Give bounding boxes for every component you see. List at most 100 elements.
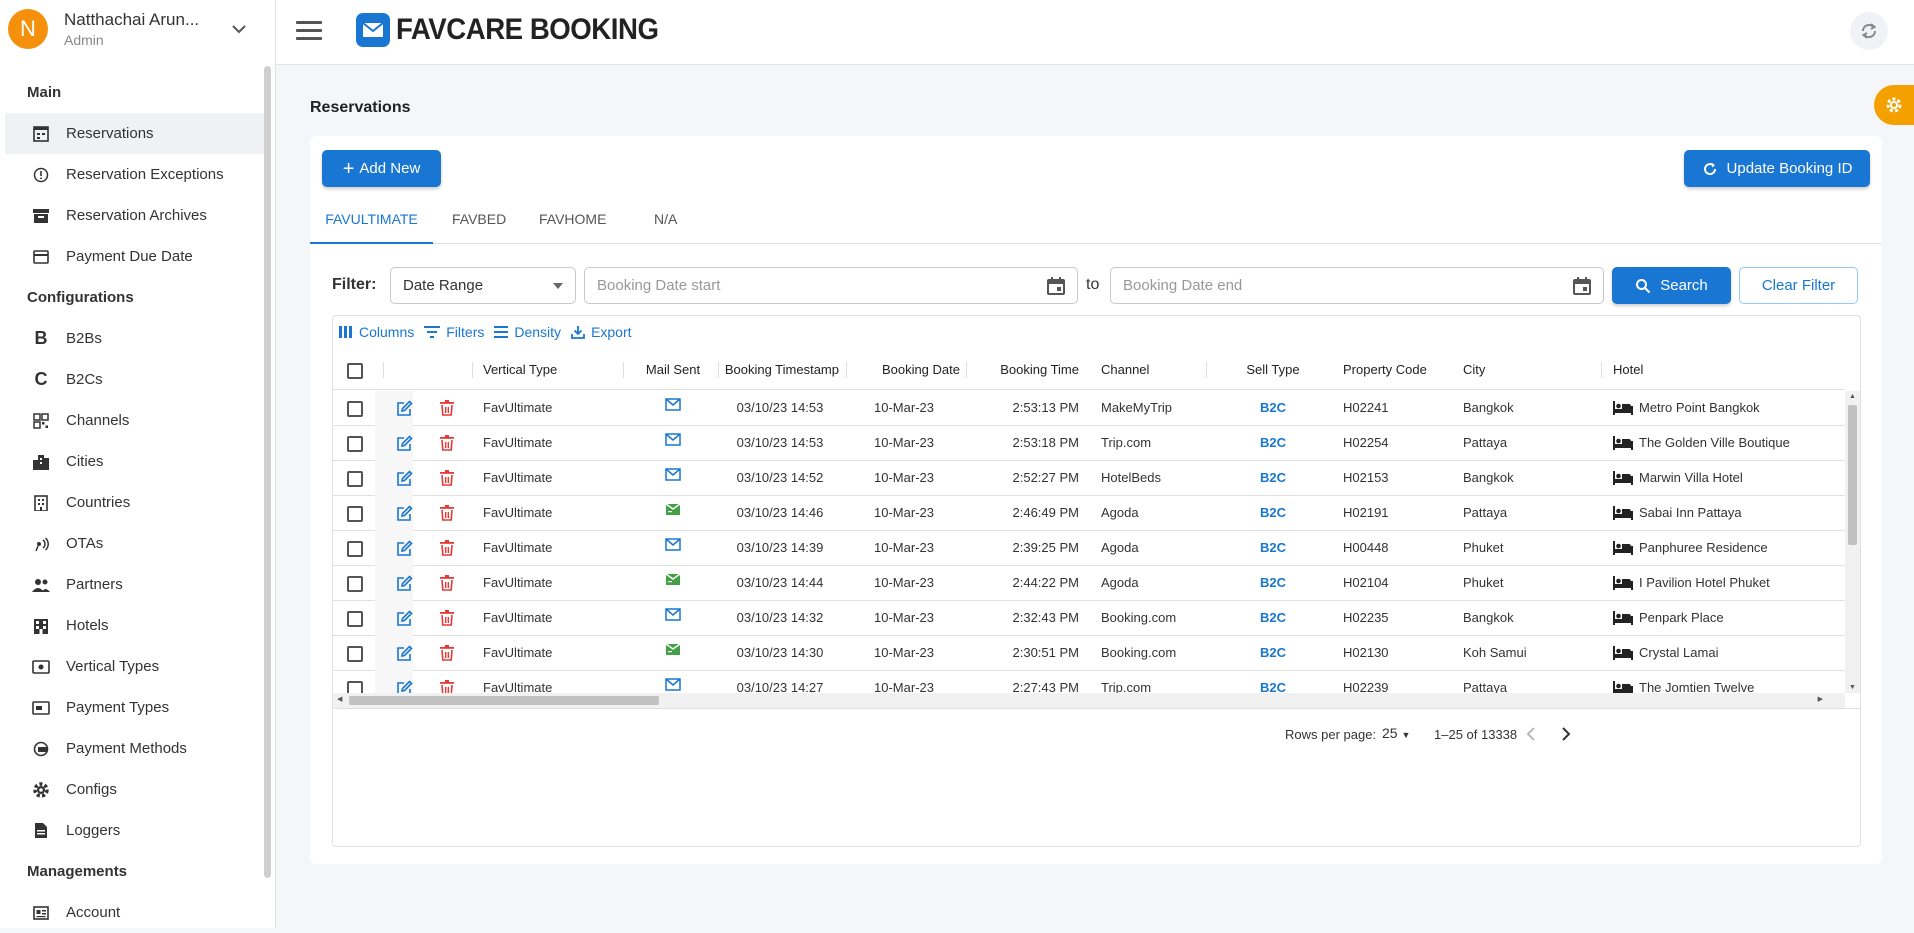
select-all-checkbox[interactable] bbox=[347, 350, 363, 390]
search-button[interactable]: Search bbox=[1612, 267, 1731, 304]
vertical-scrollbar[interactable]: ▲ ▼ bbox=[1845, 391, 1860, 693]
horizontal-scrollbar[interactable]: ◀ ▶ bbox=[333, 693, 1845, 708]
sidebar-item-payment-methods[interactable]: Payment Methods bbox=[5, 728, 266, 769]
density-button[interactable]: Density bbox=[494, 324, 561, 340]
table-row[interactable]: FavUltimate 03/10/23 14:39 10-Mar-23 2:39:2… bbox=[333, 531, 1845, 566]
delete-icon[interactable] bbox=[440, 461, 454, 496]
col-hotel[interactable]: Hotel bbox=[1613, 350, 1643, 390]
sidebar-item-b2cs[interactable]: C B2Cs bbox=[5, 359, 266, 400]
row-checkbox[interactable] bbox=[347, 496, 363, 531]
col-booking-timestamp[interactable]: Booking Timestamp bbox=[721, 350, 839, 390]
col-property-code[interactable]: Property Code bbox=[1343, 350, 1427, 390]
cell-booking-timestamp: 03/10/23 14:44 bbox=[736, 575, 824, 590]
chevron-down-icon[interactable] bbox=[232, 24, 246, 34]
tab-na[interactable]: N/A bbox=[654, 202, 677, 244]
delete-icon[interactable] bbox=[440, 566, 454, 601]
col-city[interactable]: City bbox=[1463, 350, 1485, 390]
row-checkbox[interactable] bbox=[347, 391, 363, 426]
edit-icon[interactable] bbox=[397, 461, 413, 496]
col-booking-time[interactable]: Booking Time bbox=[968, 350, 1079, 390]
table-row[interactable]: FavUltimate 03/10/23 14:27 10-Mar-23 2:27:4… bbox=[333, 671, 1845, 693]
sidebar-item-reservation-exceptions[interactable]: Reservation Exceptions bbox=[5, 154, 266, 195]
add-new-button[interactable]: + Add New bbox=[322, 150, 441, 187]
delete-icon[interactable] bbox=[440, 671, 454, 693]
table-row[interactable]: FavUltimate 03/10/23 14:46 10-Mar-23 2:46:4… bbox=[333, 496, 1845, 531]
clear-filter-button[interactable]: Clear Filter bbox=[1739, 267, 1858, 304]
avatar[interactable]: N bbox=[8, 9, 48, 49]
sidebar-item-partners[interactable]: Partners bbox=[5, 564, 266, 605]
table-row[interactable]: FavUltimate 03/10/23 14:53 10-Mar-23 2:53:1… bbox=[333, 426, 1845, 461]
tab-favhome[interactable]: FAVHOME bbox=[539, 202, 606, 244]
previous-page-icon[interactable] bbox=[1526, 726, 1536, 742]
sidebar-scrollbar[interactable] bbox=[264, 66, 271, 878]
delete-icon[interactable] bbox=[440, 601, 454, 636]
col-booking-date[interactable]: Booking Date bbox=[848, 350, 960, 390]
edit-icon[interactable] bbox=[397, 566, 413, 601]
delete-icon[interactable] bbox=[440, 426, 454, 461]
sidebar-item-cities[interactable]: Cities bbox=[5, 441, 266, 482]
col-channel[interactable]: Channel bbox=[1101, 350, 1149, 390]
sidebar-item-countries[interactable]: Countries bbox=[5, 482, 266, 523]
cell-booking-time: 2:39:25 PM bbox=[1012, 540, 1080, 555]
calendar-icon[interactable] bbox=[1047, 276, 1065, 295]
tab-favultimate[interactable]: FAVULTIMATE bbox=[310, 202, 433, 244]
sidebar-item-payment-due-date[interactable]: Payment Due Date bbox=[5, 236, 266, 277]
edit-icon[interactable] bbox=[397, 531, 413, 566]
edit-icon[interactable] bbox=[397, 426, 413, 461]
export-button[interactable]: Export bbox=[571, 324, 632, 340]
edit-icon[interactable] bbox=[397, 636, 413, 671]
update-booking-id-button[interactable]: Update Booking ID bbox=[1684, 150, 1870, 187]
table-row[interactable]: FavUltimate 03/10/23 14:53 10-Mar-23 2:53:1… bbox=[333, 391, 1845, 426]
settings-button[interactable] bbox=[1874, 85, 1914, 125]
filter-label: Filter: bbox=[332, 276, 377, 293]
row-checkbox[interactable] bbox=[347, 461, 363, 496]
tab-favbed[interactable]: FAVBED bbox=[452, 202, 506, 244]
sidebar-item-account[interactable]: Account bbox=[5, 892, 266, 933]
table-row[interactable]: FavUltimate 03/10/23 14:32 10-Mar-23 2:32:4… bbox=[333, 601, 1845, 636]
menu-icon[interactable] bbox=[296, 21, 322, 41]
cell-vertical-type: FavUltimate bbox=[483, 505, 553, 520]
calendar-icon[interactable] bbox=[1573, 276, 1591, 295]
col-vertical-type[interactable]: Vertical Type bbox=[483, 350, 557, 390]
columns-button[interactable]: Columns bbox=[339, 324, 414, 340]
refresh-button[interactable] bbox=[1850, 12, 1888, 50]
row-checkbox[interactable] bbox=[347, 566, 363, 601]
row-checkbox[interactable] bbox=[347, 601, 363, 636]
delete-icon[interactable] bbox=[440, 531, 454, 566]
filter-type-select[interactable]: Date Range bbox=[390, 267, 576, 304]
sidebar-item-payment-types[interactable]: Payment Types bbox=[5, 687, 266, 728]
edit-icon[interactable] bbox=[397, 496, 413, 531]
row-checkbox[interactable] bbox=[347, 636, 363, 671]
table-row[interactable]: FavUltimate 03/10/23 14:44 10-Mar-23 2:44:2… bbox=[333, 566, 1845, 601]
row-checkbox[interactable] bbox=[347, 426, 363, 461]
cell-city: Bangkok bbox=[1463, 400, 1514, 415]
table-row[interactable]: FavUltimate 03/10/23 14:52 10-Mar-23 2:52:2… bbox=[333, 461, 1845, 496]
edit-icon[interactable] bbox=[397, 391, 413, 426]
sidebar-item-label: Loggers bbox=[66, 822, 121, 839]
sidebar-item-reservation-archives[interactable]: Reservation Archives bbox=[5, 195, 266, 236]
next-page-icon[interactable] bbox=[1561, 726, 1571, 742]
rows-per-page-select[interactable]: 25 ▼ bbox=[1382, 725, 1410, 741]
delete-icon[interactable] bbox=[440, 636, 454, 671]
delete-icon[interactable] bbox=[440, 496, 454, 531]
sidebar-item-configs[interactable]: Configs bbox=[5, 769, 266, 810]
edit-icon[interactable] bbox=[397, 671, 413, 693]
sidebar-item-vertical-types[interactable]: Vertical Types bbox=[5, 646, 266, 687]
row-checkbox[interactable] bbox=[347, 671, 363, 693]
sidebar-item-loggers[interactable]: Loggers bbox=[5, 810, 266, 851]
sidebar-item-reservations[interactable]: Reservations bbox=[5, 113, 266, 154]
user-menu[interactable]: N Natthachai Arun... Admin bbox=[0, 0, 275, 58]
booking-date-start-input[interactable]: Booking Date start bbox=[584, 267, 1078, 304]
sidebar-item-hotels[interactable]: Hotels bbox=[5, 605, 266, 646]
sidebar-item-channels[interactable]: Channels bbox=[5, 400, 266, 441]
row-checkbox[interactable] bbox=[347, 531, 363, 566]
col-sell-type[interactable]: Sell Type bbox=[1213, 350, 1333, 390]
sidebar-item-otas[interactable]: OTAs bbox=[5, 523, 266, 564]
sidebar-item-b2bs[interactable]: B B2Bs bbox=[5, 318, 266, 359]
delete-icon[interactable] bbox=[440, 391, 454, 426]
table-row[interactable]: FavUltimate 03/10/23 14:30 10-Mar-23 2:30:5… bbox=[333, 636, 1845, 671]
col-mail-sent[interactable]: Mail Sent bbox=[633, 350, 713, 390]
filters-button[interactable]: Filters bbox=[424, 324, 484, 340]
booking-date-end-input[interactable]: Booking Date end bbox=[1110, 267, 1604, 304]
edit-icon[interactable] bbox=[397, 601, 413, 636]
